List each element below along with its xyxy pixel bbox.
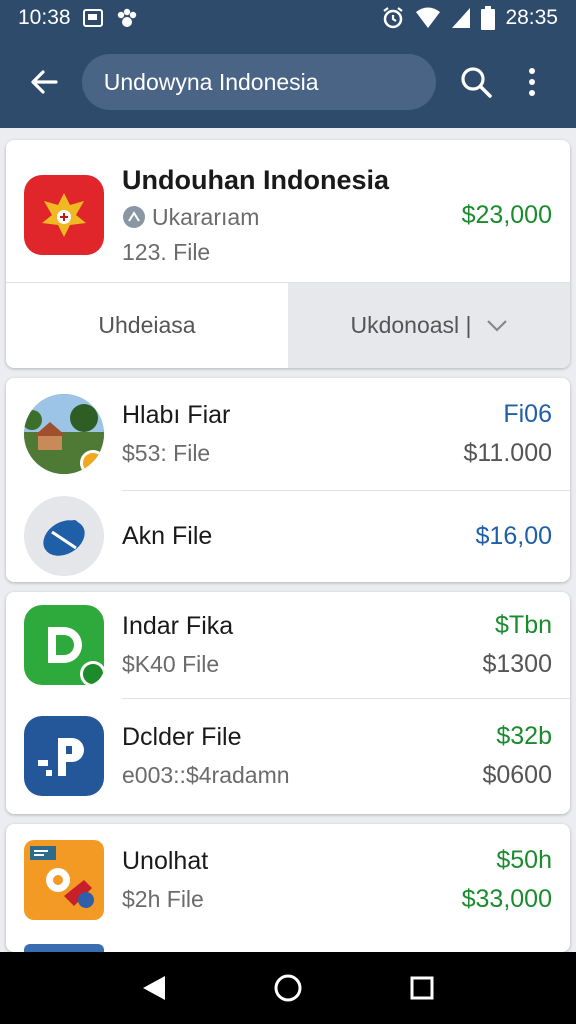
- search-box: [81, 54, 437, 110]
- signal-icon: [452, 8, 471, 28]
- author-avatar-icon: [123, 206, 145, 228]
- status-bar: 10:38 28:35: [0, 0, 576, 36]
- nav-home-icon[interactable]: [273, 973, 303, 1003]
- more-options-button[interactable]: [504, 54, 560, 110]
- list-item[interactable]: Hlabı Fiar $53: File Fi06 $11.000: [6, 378, 570, 490]
- item-price-top: $50h: [496, 846, 552, 874]
- status-clock: 28:35: [505, 6, 558, 29]
- file-group-2: Indar Fika $K40 File $Tbn $1300 Dclder F…: [6, 592, 570, 814]
- item-title: Dclder File: [122, 723, 242, 751]
- garuda-emblem-icon: [24, 175, 104, 255]
- list-item[interactable]: Dclder File e003::$4radamn $32b $0600: [6, 698, 570, 814]
- next-item-icon-peek: [24, 944, 104, 952]
- gallery-icon: [82, 9, 103, 27]
- tab-left[interactable]: Uhdeiasa: [6, 283, 288, 368]
- file-group-1: Hlabı Fiar $53: File Fi06 $11.000 Akn Fi…: [6, 378, 570, 582]
- back-arrow-icon: [31, 70, 58, 94]
- item-title: Indar Fika: [122, 612, 234, 640]
- alarm-icon: [383, 7, 404, 29]
- back-button[interactable]: [16, 54, 72, 110]
- item-price-top: $32b: [496, 722, 552, 750]
- chevron-down-icon: [486, 319, 507, 332]
- nav-recents-icon[interactable]: [409, 975, 435, 1001]
- item-price-bottom: $11.000: [463, 439, 552, 467]
- item-subtitle: $53: File: [122, 440, 211, 466]
- satellite-dish-icon: [24, 496, 104, 576]
- blue-p-app-icon: [24, 716, 104, 796]
- item-price-bottom: $33,000: [461, 885, 552, 913]
- village-photo-icon: [24, 394, 104, 474]
- tab-left-label: Uhdeiasa: [98, 312, 196, 338]
- list-item[interactable]: Indar Fika $K40 File $Tbn $1300: [6, 592, 570, 698]
- list-item[interactable]: Akn File $16,00: [6, 490, 570, 582]
- item-subtitle: e003::$4radamn: [122, 762, 290, 788]
- featured-author: Ukararıam: [152, 203, 260, 230]
- system-nav-bar: [0, 952, 576, 1024]
- search-input[interactable]: [103, 68, 415, 96]
- item-title: Hlabı Fiar: [122, 401, 231, 429]
- item-title: Akn File: [122, 521, 213, 550]
- badge-icon: [80, 661, 104, 685]
- file-group-3: Unolhat $2h File $50h $33,000: [6, 824, 570, 952]
- app-bar: [0, 36, 576, 128]
- featured-title: Undouhan Indonesia: [122, 164, 389, 195]
- item-subtitle: $2h File: [122, 886, 204, 912]
- search-icon: [461, 67, 493, 98]
- item-price: $16,00: [475, 521, 552, 550]
- tab-right-dropdown[interactable]: Ukdonoasl |: [288, 283, 570, 368]
- badge-icon: [80, 450, 104, 474]
- nav-back-icon[interactable]: [141, 974, 167, 1002]
- battery-icon: [481, 6, 496, 30]
- paw-icon: [117, 8, 136, 27]
- search-button[interactable]: [448, 54, 504, 110]
- featured-price: $23,000: [461, 200, 552, 229]
- item-subtitle: $K40 File: [122, 651, 220, 677]
- featured-row[interactable]: Undouhan Indonesia Ukararıam 123. File $…: [6, 140, 570, 282]
- featured-file-count: 123. File: [122, 238, 211, 265]
- green-d-app-icon: [24, 605, 104, 685]
- featured-tabs: Uhdeiasa Ukdonoasl |: [6, 282, 570, 368]
- item-title: Unolhat: [122, 847, 209, 875]
- tab-right-label: Ukdonoasl |: [350, 312, 472, 338]
- item-price-top: $Tbn: [495, 611, 552, 639]
- item-price-top: Fi06: [503, 400, 552, 428]
- item-price-bottom: $0600: [482, 761, 552, 789]
- featured-card[interactable]: Undouhan Indonesia Ukararıam 123. File $…: [6, 140, 570, 368]
- item-price-bottom: $1300: [482, 650, 552, 678]
- list-item[interactable]: Unolhat $2h File $50h $33,000: [6, 824, 570, 936]
- status-time: 10:38: [18, 6, 71, 29]
- more-vert-icon: [529, 68, 536, 96]
- wifi-icon: [416, 7, 441, 28]
- gear-tools-icon: [24, 840, 104, 920]
